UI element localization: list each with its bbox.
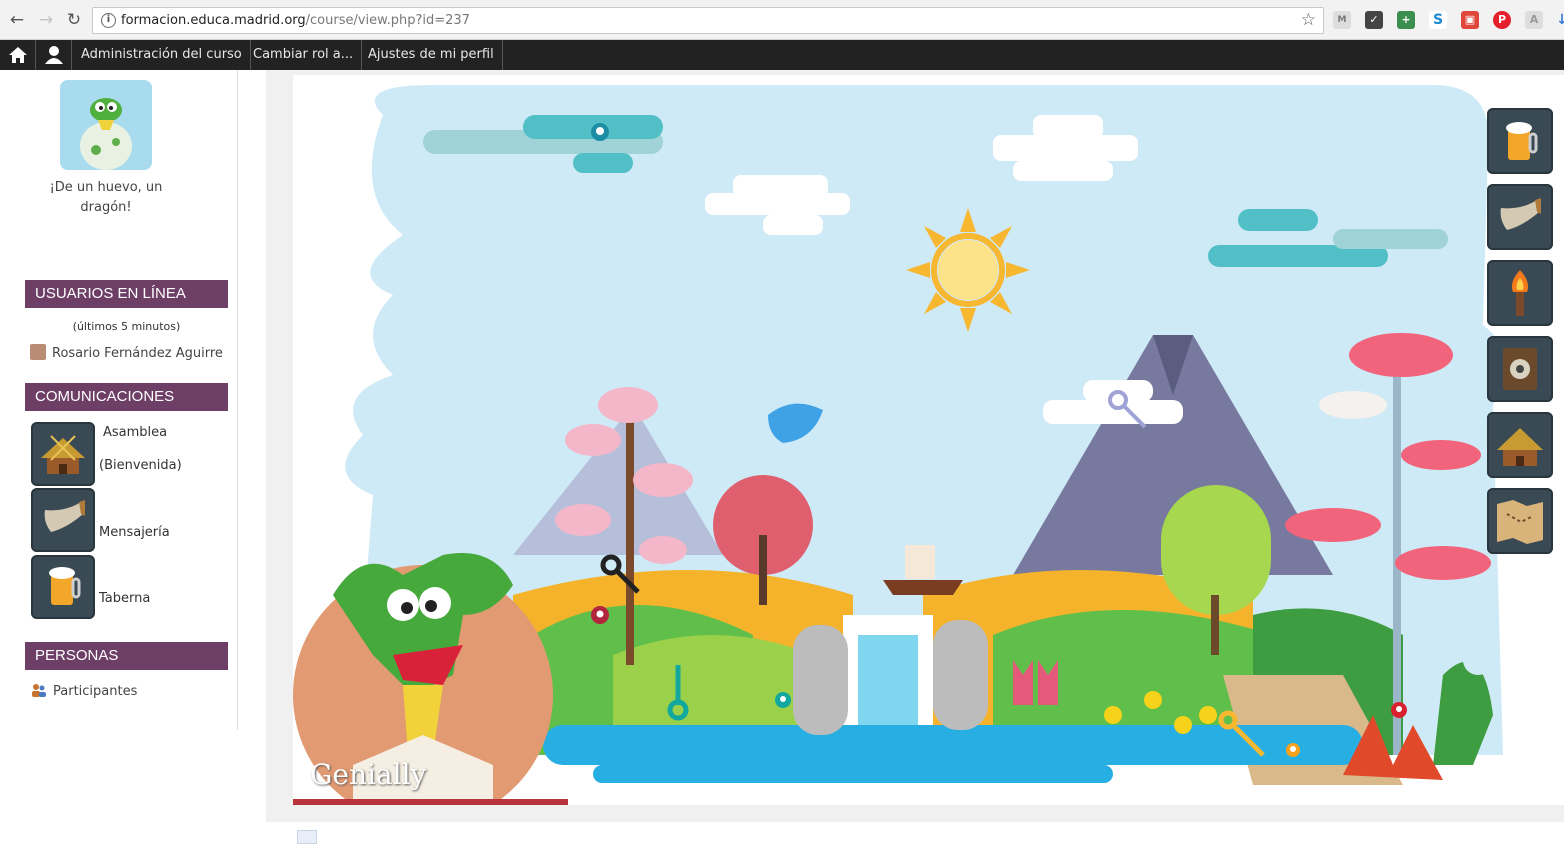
extension-search-icon[interactable]: + <box>1397 11 1415 29</box>
pocket-icon[interactable]: ✓ <box>1365 11 1383 29</box>
extension-edge-icon[interactable]: ↓ <box>1553 11 1564 29</box>
torch-icon[interactable] <box>1487 260 1553 326</box>
extension-s-icon[interactable]: S <box>1429 11 1447 29</box>
user-icon[interactable] <box>36 40 72 70</box>
nav-switch-role[interactable]: Cambiar rol a... <box>245 40 363 70</box>
address-bar[interactable]: i formacion.educa.madrid.org/course/view… <box>92 7 1324 34</box>
house-icon[interactable] <box>1487 412 1553 478</box>
genially-embed[interactable] <box>293 75 1564 805</box>
messaging-link[interactable]: Mensajería <box>99 525 170 540</box>
tavern-link[interactable]: Taberna <box>99 591 150 606</box>
moodle-navbar: Administración del curso Cambiar rol a..… <box>0 40 1564 70</box>
user-avatar <box>30 344 46 360</box>
beer-mug-icon[interactable] <box>31 555 95 619</box>
pinterest-icon[interactable]: P <box>1493 11 1511 29</box>
horn-icon[interactable] <box>31 488 95 552</box>
browser-toolbar: ← → ↻ i formacion.educa.madrid.org/cours… <box>0 0 1564 40</box>
left-sidebar: ¡De un huevo, un dragón! USUARIOS EN LÍN… <box>0 70 238 730</box>
horn-icon[interactable] <box>1487 184 1553 250</box>
forum-bienvenida-label[interactable]: (Bienvenida) <box>99 458 182 473</box>
back-arrow-icon[interactable]: ← <box>6 9 28 31</box>
beer-mug-icon[interactable] <box>1487 108 1553 174</box>
extension-puzzle-icon[interactable]: ▣ <box>1461 11 1479 29</box>
online-users-header: USUARIOS EN LÍNEA <box>25 280 228 308</box>
forum-asamblea-link[interactable]: Asamblea <box>103 425 167 440</box>
film-book-icon[interactable] <box>1487 336 1553 402</box>
broken-image-icon <box>297 830 317 844</box>
url-text: formacion.educa.madrid.org/course/view.p… <box>121 13 470 28</box>
info-icon[interactable]: i <box>101 13 116 28</box>
reload-icon[interactable]: ↻ <box>63 9 85 31</box>
genially-watermark: Genially <box>310 758 427 791</box>
participants-link[interactable]: Participantes <box>31 683 137 699</box>
bookmark-star-icon[interactable]: ☆ <box>1301 10 1316 30</box>
participants-icon <box>32 684 46 697</box>
online-user-row[interactable]: Rosario Fernández Aguirre <box>30 344 223 361</box>
online-user-name: Rosario Fernández Aguirre <box>52 346 223 361</box>
treasure-map-icon[interactable] <box>1487 488 1553 554</box>
dragon-egg-logo[interactable] <box>60 80 152 170</box>
nav-course-admin[interactable]: Administración del curso <box>73 40 251 70</box>
fantasy-landscape-illustration <box>293 75 1564 805</box>
people-header: PERSONAS <box>25 642 228 670</box>
house-icon[interactable] <box>31 422 95 486</box>
extension-m-icon[interactable]: M <box>1333 11 1351 29</box>
extension-a-icon[interactable]: A <box>1525 11 1543 29</box>
nav-profile-settings[interactable]: Ajustes de mi perfil <box>360 40 503 70</box>
participants-label: Participantes <box>53 684 138 699</box>
course-caption: ¡De un huevo, un dragón! <box>49 180 163 215</box>
home-icon[interactable] <box>0 40 36 70</box>
forward-arrow-icon[interactable]: → <box>35 9 57 31</box>
communications-header: COMUNICACIONES <box>25 383 228 411</box>
online-users-note: (últimos 5 minutos) <box>72 320 181 333</box>
